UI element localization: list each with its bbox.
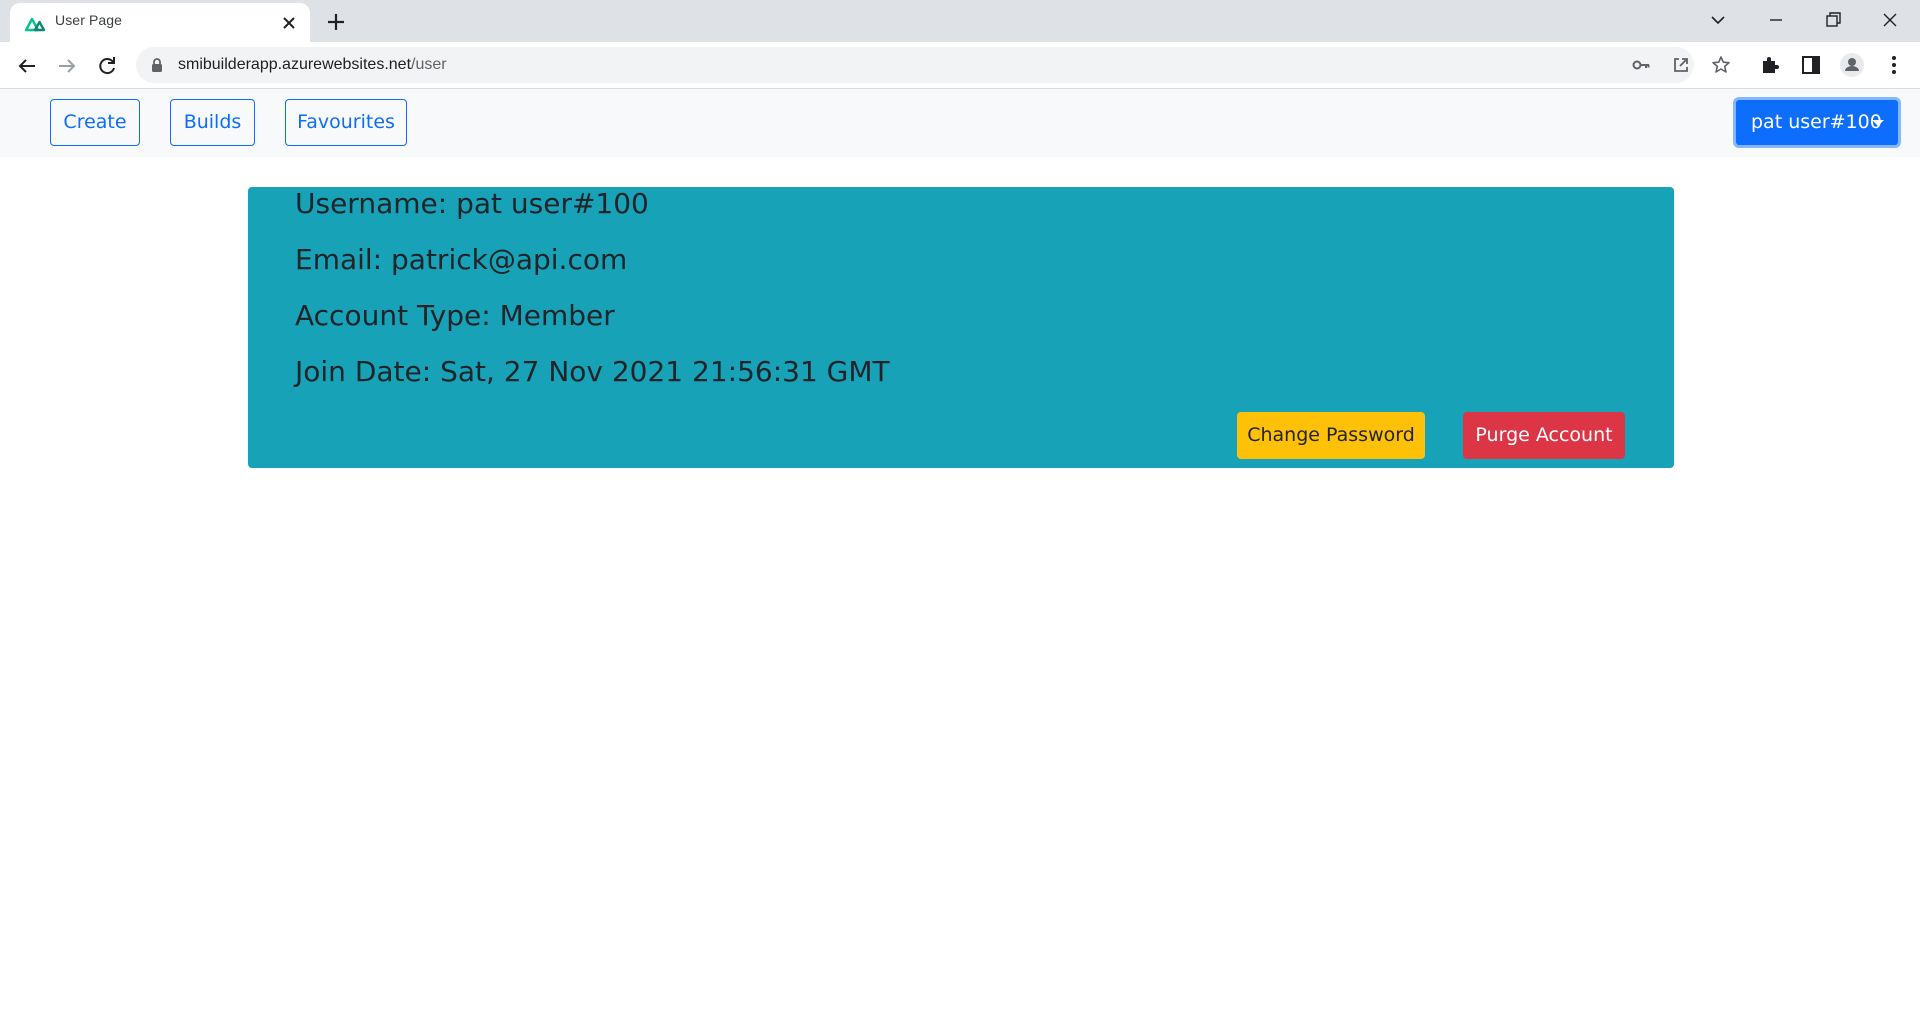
profile-avatar-icon[interactable] (1839, 52, 1865, 78)
purge-account-button[interactable]: Purge Account (1463, 412, 1625, 459)
nuxt-logo-icon (24, 17, 46, 32)
username-line: Username: pat user#100 (295, 187, 649, 220)
email-line: Email: patrick@api.com (295, 243, 628, 276)
restore-icon[interactable] (1819, 6, 1847, 34)
browser-tabstrip: User Page (0, 0, 1920, 42)
tab-title: User Page (55, 12, 123, 28)
back-arrow-icon[interactable] (13, 52, 41, 80)
reload-icon[interactable] (93, 52, 121, 80)
app-navbar: Create Builds Favourites pat user#100 (0, 89, 1920, 157)
favourites-button[interactable]: Favourites (285, 99, 407, 146)
profile-card: Username: pat user#100 Email: patrick@ap… (248, 187, 1674, 468)
minimize-icon[interactable] (1762, 6, 1790, 34)
builds-button[interactable]: Builds (170, 99, 255, 146)
user-menu-dropdown[interactable]: pat user#100 (1733, 97, 1901, 148)
join-date-line: Join Date: Sat, 27 Nov 2021 21:56:31 GMT (295, 355, 890, 388)
address-bar[interactable]: smibuilderapp.azurewebsites.net/user (136, 47, 1730, 83)
close-window-icon[interactable] (1876, 6, 1904, 34)
side-panel-icon[interactable] (1798, 52, 1824, 78)
bookmark-star-icon[interactable] (1710, 54, 1732, 76)
url-host: smibuilderapp.azurewebsites.net (178, 56, 412, 73)
url-path: /user (411, 56, 447, 73)
change-password-button[interactable]: Change Password (1237, 412, 1425, 459)
create-button[interactable]: Create (50, 99, 140, 146)
share-icon[interactable] (1670, 54, 1692, 76)
user-menu-label: pat user#100 (1751, 111, 1882, 133)
more-menu-icon[interactable] (1881, 52, 1907, 78)
caret-down-icon (1872, 120, 1884, 126)
url-text[interactable]: smibuilderapp.azurewebsites.net/user (178, 56, 447, 74)
close-tab-icon[interactable] (280, 14, 298, 32)
lock-icon[interactable] (150, 57, 164, 73)
browser-toolbar: smibuilderapp.azurewebsites.net/user (0, 42, 1920, 89)
extensions-puzzle-icon[interactable] (1758, 52, 1784, 78)
browser-tab[interactable]: User Page (10, 3, 310, 42)
new-tab-icon[interactable] (324, 10, 348, 34)
forward-arrow-icon[interactable] (53, 52, 81, 80)
key-icon[interactable] (1630, 54, 1652, 76)
tab-search-icon[interactable] (1704, 6, 1732, 34)
account-type-line: Account Type: Member (295, 299, 615, 332)
